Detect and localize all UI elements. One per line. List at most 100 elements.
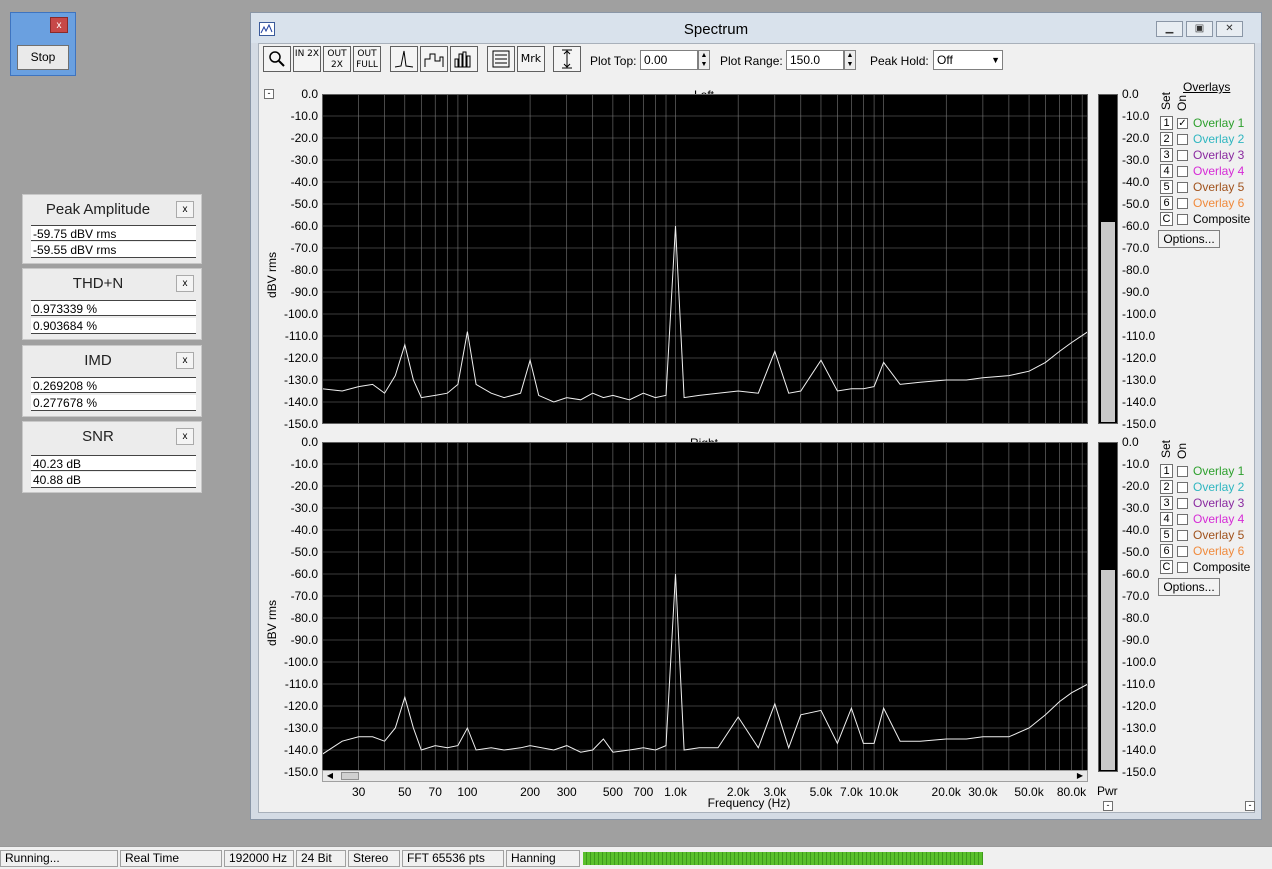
overlay-set-button[interactable]: 5 [1160, 180, 1173, 194]
close-button[interactable]: ✕ [1216, 21, 1243, 37]
overlay-checkbox[interactable]: ✓ [1177, 118, 1188, 129]
overlay-checkbox[interactable] [1177, 150, 1188, 161]
y-tick-label: -50.0 [290, 545, 318, 559]
y-tick-label: -120.0 [1122, 351, 1157, 365]
right-value: 40.88 dB [31, 472, 196, 488]
zoom-out-full-button[interactable]: OUT FULL [353, 46, 381, 72]
zoom-in-2x-button[interactable]: IN 2X [293, 46, 321, 72]
plot-top-input[interactable]: 0.00 [640, 50, 698, 70]
on-column-label: On [1175, 94, 1190, 112]
overlay-set-button[interactable]: 2 [1160, 132, 1173, 146]
y-tick-label: -10.0 [1122, 457, 1150, 471]
overlay-set-button[interactable]: 3 [1160, 148, 1173, 162]
y-tick-label: -110.0 [1122, 329, 1156, 343]
x-tick-label: 200 [520, 785, 541, 799]
overlay-set-button[interactable]: 4 [1160, 164, 1173, 178]
y-tick-label: -130.0 [283, 373, 318, 387]
stop-close-button[interactable]: x [50, 17, 68, 33]
overlay-checkbox[interactable] [1177, 530, 1188, 541]
y-tick-label: -50.0 [290, 197, 318, 211]
zoom-out-2x-button[interactable]: OUT 2X [323, 46, 351, 72]
panel-collapse-button[interactable]: - [1245, 801, 1255, 811]
status-rate: 192000 Hz [224, 850, 294, 867]
status-bar: Running... Real Time 192000 Hz 24 Bit St… [0, 846, 1272, 869]
horizontal-scrollbar[interactable]: ◀ ▶ [322, 770, 1088, 782]
minimize-button[interactable]: ▁ [1156, 21, 1183, 37]
meter-collapse-button[interactable]: - [1103, 801, 1113, 811]
overlay-checkbox[interactable] [1177, 498, 1188, 509]
stop-button[interactable]: Stop [17, 45, 69, 70]
overlay-checkbox[interactable] [1177, 546, 1188, 557]
plot-range-spinner[interactable]: ▲ ▼ [844, 50, 856, 70]
overlay-checkbox[interactable] [1177, 182, 1188, 193]
settings-panel-icon[interactable] [487, 46, 515, 72]
marker-button[interactable]: Mrk [517, 46, 545, 72]
status-window: Hanning [506, 850, 580, 867]
panel-close-button[interactable]: x [176, 201, 194, 218]
y-tick-label: -140.0 [1122, 743, 1157, 757]
snr-panel: SNR x 40.23 dB 40.88 dB [22, 421, 202, 493]
overlay-set-button[interactable]: C [1160, 212, 1173, 226]
status-fft: FFT 65536 pts [402, 850, 504, 867]
panel-close-button[interactable]: x [176, 275, 194, 292]
left-options-button[interactable]: Options... [1158, 230, 1220, 248]
zoom-icon[interactable] [263, 46, 291, 72]
left-value: -59.75 dBV rms [31, 225, 196, 241]
line-plot-icon[interactable] [390, 46, 418, 72]
overlay-set-button[interactable]: 3 [1160, 496, 1173, 510]
overlay-set-button[interactable]: 1 [1160, 116, 1173, 130]
y-tick-label: -40.0 [290, 175, 318, 189]
scroll-right-icon[interactable]: ▶ [1074, 771, 1086, 781]
plot-range-input[interactable]: 150.0 [786, 50, 844, 70]
overlay-checkbox[interactable] [1177, 134, 1188, 145]
scroll-thumb[interactable] [341, 772, 359, 780]
restore-button[interactable]: ▣ [1186, 21, 1213, 37]
plot-range-label: Plot Range: [720, 54, 783, 68]
overlay-checkbox[interactable] [1177, 562, 1188, 573]
pwr-label: Pwr [1097, 784, 1118, 798]
overlay-name: Overlay 6 [1193, 196, 1245, 210]
right-options-button[interactable]: Options... [1158, 578, 1220, 596]
y-tick-label: -110.0 [284, 329, 318, 343]
y-tick-label: -140.0 [283, 395, 318, 409]
panel-close-button[interactable]: x [176, 428, 194, 445]
y-tick-label: -120.0 [1122, 699, 1157, 713]
overlay-set-button[interactable]: 6 [1160, 544, 1173, 558]
y-tick-label: -130.0 [283, 721, 318, 735]
peak-hold-select[interactable]: Off ▼ [933, 50, 1003, 70]
plot-top-spinner[interactable]: ▲ ▼ [698, 50, 710, 70]
panel-close-button[interactable]: x [176, 352, 194, 369]
step-plot-icon[interactable] [420, 46, 448, 72]
y-tick-label: -60.0 [290, 567, 318, 581]
peak-amplitude-panel: Peak Amplitude x -59.75 dBV rms -59.55 d… [22, 194, 202, 264]
overlay-checkbox[interactable] [1177, 166, 1188, 177]
overlay-set-button[interactable]: 2 [1160, 480, 1173, 494]
y-tick-label: -100.0 [283, 307, 318, 321]
plot-background [322, 442, 1088, 772]
right-spectrum-plot[interactable] [322, 442, 1088, 772]
overlay-checkbox[interactable] [1177, 198, 1188, 209]
right-value: 0.277678 % [31, 395, 196, 411]
overlay-checkbox[interactable] [1177, 514, 1188, 525]
overlay-set-button[interactable]: 5 [1160, 528, 1173, 542]
overlay-set-button[interactable]: 6 [1160, 196, 1173, 210]
scroll-left-icon[interactable]: ◀ [324, 771, 336, 781]
overlay-set-button[interactable]: 1 [1160, 464, 1173, 478]
overlay-checkbox[interactable] [1177, 482, 1188, 493]
level-meter [583, 852, 983, 865]
status-channels: Stereo [348, 850, 400, 867]
y-tick-label: 0.0 [301, 87, 318, 101]
left-spectrum-plot[interactable] [322, 94, 1088, 424]
y-tick-label: -80.0 [1122, 611, 1150, 625]
overlay-set-button[interactable]: C [1160, 560, 1173, 574]
chevron-down-icon: ▼ [991, 55, 1000, 65]
overlay-checkbox[interactable] [1177, 466, 1188, 477]
right-value: -59.55 dBV rms [31, 242, 196, 258]
x-axis-label: Frequency (Hz) [707, 796, 791, 810]
overlay-checkbox[interactable] [1177, 214, 1188, 225]
overlay-set-button[interactable]: 4 [1160, 512, 1173, 526]
panel-title: THD+N [72, 275, 124, 292]
peak-hold-value: Off [937, 53, 953, 67]
bar-plot-icon[interactable] [450, 46, 478, 72]
vertical-scale-icon[interactable] [553, 46, 581, 72]
